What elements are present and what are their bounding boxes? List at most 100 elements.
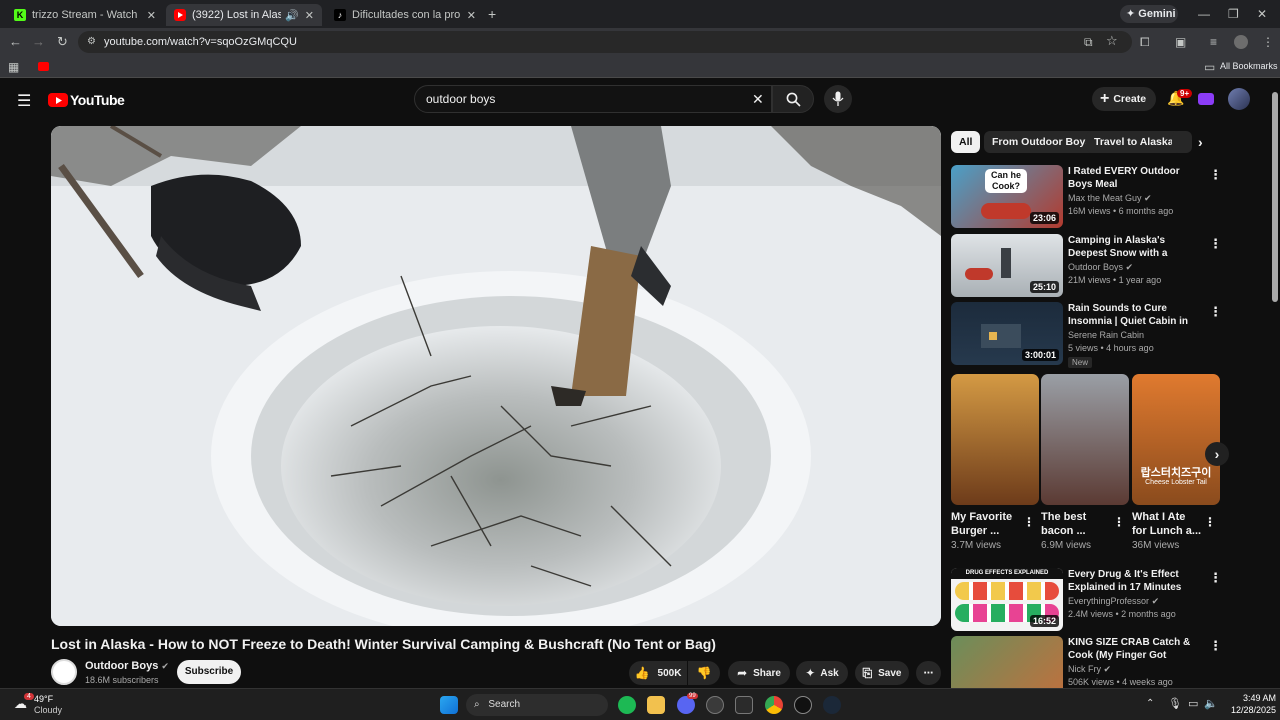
short-item[interactable]: My Favorite Burger ... 3.7M views ⋮: [951, 374, 1039, 551]
channel-avatar[interactable]: [51, 659, 77, 685]
account-avatar[interactable]: [1228, 88, 1250, 110]
more-options-icon[interactable]: ⋮: [1209, 167, 1222, 183]
tab-youtube-video[interactable]: (3922) Lost in Alaska - How 🔊 ✕: [166, 4, 322, 26]
subscribe-button[interactable]: Subscribe: [177, 660, 241, 684]
reload-icon[interactable]: ↻: [57, 35, 68, 49]
short-title[interactable]: What I Ate for Lunch a...: [1132, 510, 1202, 538]
video-title[interactable]: Every Drug & It's Effect Explained in 17…: [1068, 568, 1202, 594]
recommended-video[interactable]: Can he Cook? 23:06 I Rated EVERY Outdoor…: [951, 165, 1222, 229]
notifications-badge: 9+: [1177, 89, 1193, 98]
short-title[interactable]: The best bacon ...: [1041, 510, 1111, 538]
channel-name[interactable]: Outdoor Boys ✔: [1068, 262, 1133, 273]
chrome-taskbar-icon[interactable]: [765, 696, 783, 714]
volume-icon[interactable]: 🔈: [1204, 697, 1218, 710]
shorts-next-button[interactable]: ›: [1205, 442, 1229, 466]
url-input[interactable]: ⚙ youtube.com/watch?v=sqoOzGMqCQU: [78, 31, 1132, 53]
file-explorer-icon[interactable]: [647, 696, 665, 714]
minimize-icon[interactable]: —: [1198, 7, 1210, 21]
more-options-icon[interactable]: ⋮: [1113, 515, 1125, 529]
more-options-icon[interactable]: ⋮: [1209, 304, 1222, 320]
more-options-icon[interactable]: ⋮: [1209, 236, 1222, 252]
chips-next-icon[interactable]: ›: [1198, 134, 1203, 150]
more-options-icon[interactable]: ⋮: [1209, 570, 1222, 586]
recommended-video[interactable]: 3:00:01 Rain Sounds to Cure Insomnia | Q…: [951, 302, 1222, 370]
speaker-icon[interactable]: 🔊: [285, 9, 299, 22]
profile-avatar[interactable]: [1234, 35, 1248, 49]
recommended-video[interactable]: DRUG EFFECTS EXPLAINED 16:52 Every Drug …: [951, 568, 1222, 632]
short-item[interactable]: 랍스터치즈구이 Cheese Lobster Tail What I Ate f…: [1132, 374, 1220, 551]
bookmark-star-icon[interactable]: ☆: [1106, 34, 1118, 48]
more-options-icon[interactable]: ⋮: [1023, 515, 1035, 529]
channel-name[interactable]: EverythingProfessor ✔: [1068, 596, 1159, 607]
channel-name-link[interactable]: Outdoor Boys ✔: [85, 660, 169, 672]
video-title[interactable]: Camping in Alaska's Deepest Snow with a …: [1068, 234, 1202, 260]
chrome-menu-icon[interactable]: ⋮: [1262, 35, 1274, 49]
channel-name[interactable]: Nick Fry ✔: [1068, 664, 1111, 675]
hamburger-menu-icon[interactable]: ☰: [17, 91, 31, 111]
youtube-logo-text: YouTube: [70, 92, 125, 108]
video-title[interactable]: I Rated EVERY Outdoor Boys Meal: [1068, 165, 1202, 191]
windows-start-icon[interactable]: [440, 696, 458, 714]
page-scrollbar[interactable]: [1272, 92, 1278, 302]
close-tab-icon[interactable]: ✕: [305, 9, 314, 22]
search-input[interactable]: outdoor boys ✕: [414, 85, 772, 113]
recommended-video[interactable]: KING SIZE CRAB Catch & Cook (My Finger G…: [951, 636, 1221, 688]
spotify-icon[interactable]: [618, 696, 636, 714]
install-app-icon[interactable]: ⧉: [1084, 35, 1093, 49]
tray-overflow-icon[interactable]: ⌃: [1146, 698, 1154, 709]
tab-kick-stream[interactable]: K trizzo Stream - Watch Live on K ✕: [6, 4, 164, 26]
youtube-bookmark-icon[interactable]: [38, 62, 49, 71]
dislike-button[interactable]: 👎: [688, 661, 720, 685]
youtube-logo[interactable]: YouTube: [48, 92, 125, 108]
reading-list-icon[interactable]: ≡: [1210, 35, 1217, 49]
extensions-icon[interactable]: ⧠: [1140, 35, 1150, 49]
close-tab-icon[interactable]: ✕: [147, 9, 156, 22]
youtube-icon: [174, 9, 186, 21]
channel-name[interactable]: Serene Rain Cabin: [1068, 330, 1144, 340]
app-icon[interactable]: [794, 696, 812, 714]
video-title[interactable]: KING SIZE CRAB Catch & Cook (My Finger G…: [1068, 636, 1202, 662]
steam-icon[interactable]: [823, 696, 841, 714]
close-window-icon[interactable]: ✕: [1257, 7, 1267, 21]
taskbar-search[interactable]: ⌕ Search: [466, 694, 608, 716]
chip-all[interactable]: All: [951, 131, 981, 153]
share-button[interactable]: ➦ Share: [728, 661, 790, 685]
more-actions-button[interactable]: ⋯: [916, 661, 941, 685]
video-title[interactable]: Rain Sounds to Cure Insomnia | Quiet Cab…: [1068, 302, 1202, 328]
tab-tiktok[interactable]: ♪ Dificultades con la pronunciació ✕: [326, 4, 484, 26]
recommended-video[interactable]: 25:10 Camping in Alaska's Deepest Snow w…: [951, 234, 1222, 298]
microphone-tray-icon[interactable]: 🎙: [1168, 697, 1182, 710]
like-button[interactable]: 👍 500K: [629, 661, 687, 685]
site-info-icon[interactable]: ⚙: [87, 31, 96, 53]
chip-partial[interactable]: [1172, 131, 1192, 153]
clear-search-icon[interactable]: ✕: [752, 86, 764, 112]
chip-from-outdoor-boys[interactable]: From Outdoor Boys: [984, 131, 1100, 153]
network-icon[interactable]: ▭: [1188, 697, 1198, 710]
chip-travel-to-alaska[interactable]: Travel to Alaska: [1086, 131, 1182, 153]
more-options-icon[interactable]: ⋮: [1204, 515, 1216, 529]
voice-search-button[interactable]: [824, 85, 852, 113]
create-button[interactable]: + Create: [1092, 87, 1156, 111]
epic-games-icon[interactable]: [735, 696, 753, 714]
gemini-button[interactable]: ✦ Gemini: [1120, 5, 1178, 23]
clock[interactable]: 3:49 AM 12/28/2025: [1224, 692, 1276, 716]
steam-like-app-icon[interactable]: [706, 696, 724, 714]
video-player[interactable]: [51, 126, 941, 626]
short-title[interactable]: My Favorite Burger ...: [951, 510, 1021, 538]
more-options-icon[interactable]: ⋮: [1209, 638, 1221, 654]
search-button[interactable]: [772, 85, 814, 113]
all-bookmarks-link[interactable]: All Bookmarks: [1220, 61, 1278, 71]
weather-widget[interactable]: ☁ 4 49°F Cloudy: [10, 693, 80, 716]
premium-icon[interactable]: [1198, 93, 1214, 105]
close-tab-icon[interactable]: ✕: [467, 9, 476, 22]
new-tab-button[interactable]: +: [488, 7, 496, 21]
back-icon[interactable]: ←: [9, 35, 22, 49]
forward-icon[interactable]: →: [32, 35, 45, 49]
side-panel-icon[interactable]: ▣: [1175, 35, 1186, 49]
apps-grid-icon[interactable]: ▦: [8, 60, 19, 74]
channel-name[interactable]: Max the Meat Guy ✔: [1068, 193, 1152, 204]
save-button[interactable]: ⎘ Save: [855, 661, 909, 685]
maximize-icon[interactable]: ❐: [1228, 7, 1239, 21]
ask-button[interactable]: ✦ Ask: [796, 661, 848, 685]
short-item[interactable]: The best bacon ... 6.9M views ⋮: [1041, 374, 1129, 551]
